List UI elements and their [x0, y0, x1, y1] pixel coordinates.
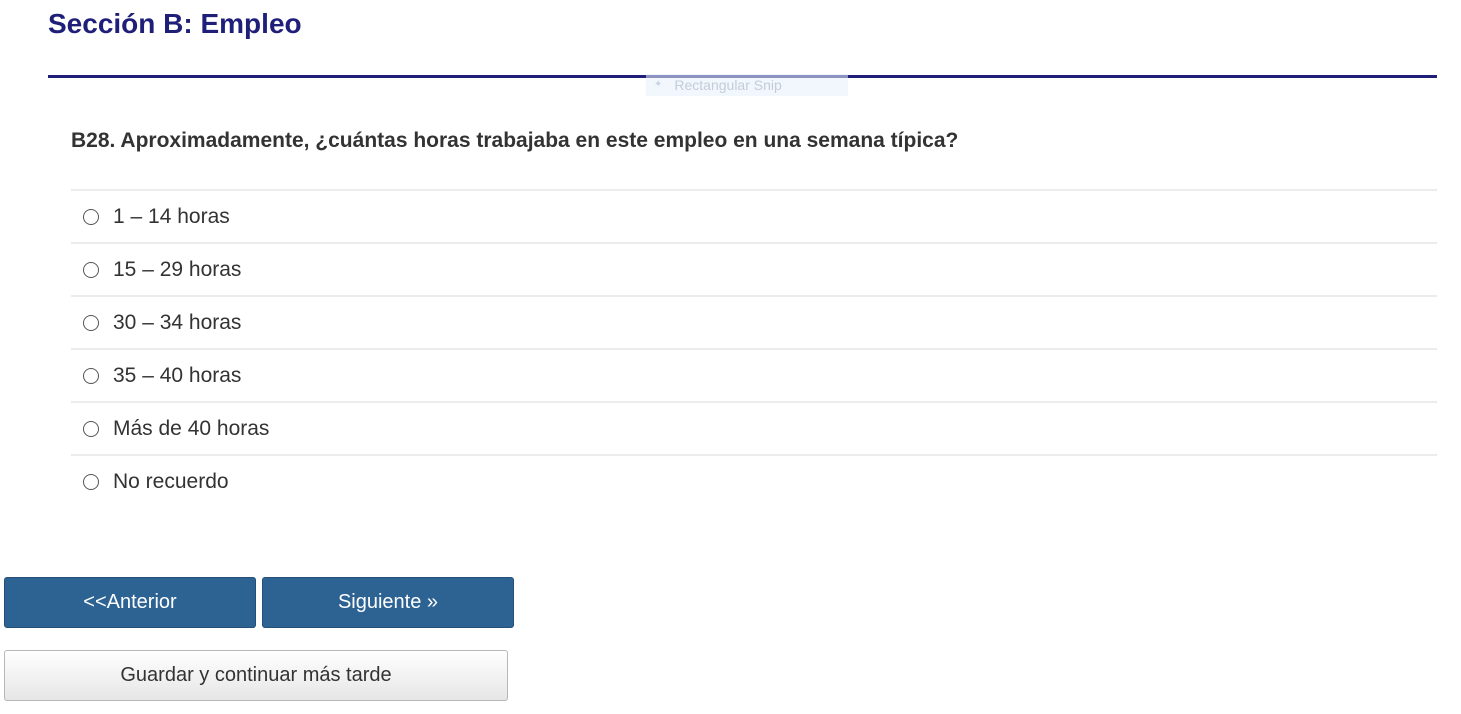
radio-button[interactable]: [83, 314, 99, 331]
radio-button[interactable]: [83, 208, 99, 225]
option-label: 1 – 14 horas: [113, 204, 230, 228]
answer-option-more-than-40[interactable]: Más de 40 horas: [71, 401, 1437, 454]
answer-option-35-40[interactable]: 35 – 40 horas: [71, 348, 1437, 401]
radio-button[interactable]: [83, 367, 99, 384]
answer-option-30-34[interactable]: 30 – 34 horas: [71, 295, 1437, 348]
answer-option-1-14[interactable]: 1 – 14 horas: [71, 189, 1437, 242]
option-label: 35 – 40 horas: [113, 363, 242, 387]
snip-tool-overlay: ✦ Rectangular Snip: [646, 74, 848, 96]
question-text: B28. Aproximadamente, ¿cuántas horas tra…: [71, 129, 959, 152]
option-label: Más de 40 horas: [113, 416, 270, 440]
snip-tool-label: Rectangular Snip: [674, 77, 782, 93]
previous-button[interactable]: <<Anterior: [4, 577, 256, 628]
section-title: Sección B: Empleo: [48, 8, 302, 39]
radio-button[interactable]: [83, 420, 99, 437]
option-label: No recuerdo: [113, 469, 229, 493]
save-and-continue-later-button[interactable]: Guardar y continuar más tarde: [4, 650, 508, 701]
next-button[interactable]: Siguiente »: [262, 577, 514, 628]
option-label: 30 – 34 horas: [113, 310, 242, 334]
answer-option-15-29[interactable]: 15 – 29 horas: [71, 242, 1437, 295]
option-label: 15 – 29 horas: [113, 257, 242, 281]
answer-option-dont-remember[interactable]: No recuerdo: [71, 454, 1437, 507]
radio-button[interactable]: [83, 473, 99, 490]
radio-button[interactable]: [83, 261, 99, 278]
scissors-icon: ✦: [654, 79, 663, 90]
answer-options: 1 – 14 horas 15 – 29 horas 30 – 34 horas…: [71, 189, 1437, 507]
